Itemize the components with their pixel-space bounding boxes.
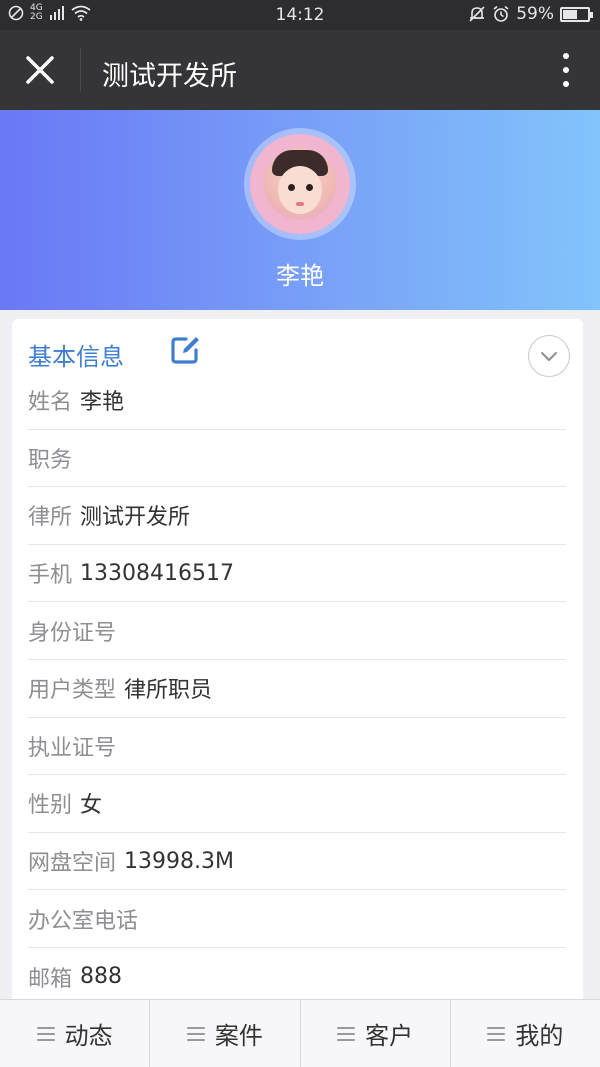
- profile-banner: 李艳: [0, 110, 600, 310]
- collapse-button[interactable]: [528, 335, 570, 377]
- nav-item-mine[interactable]: 我的: [451, 1000, 600, 1067]
- field-row-gender: 性别 女: [28, 775, 566, 833]
- field-value: 13308416517: [80, 560, 234, 586]
- edit-button[interactable]: [170, 335, 202, 365]
- field-row-id-number: 身份证号: [28, 602, 566, 660]
- profile-name: 李艳: [276, 262, 324, 290]
- field-row-email: 邮箱 888: [28, 948, 566, 1006]
- card-title: 基本信息: [28, 343, 124, 371]
- avatar: [250, 134, 350, 234]
- field-row-phone: 手机 13308416517: [28, 545, 566, 603]
- status-bar: 4G 2G 14:12 59%: [0, 0, 600, 30]
- field-label: 执业证号: [28, 735, 117, 761]
- menu-icon: [337, 1026, 356, 1041]
- field-label: 手机: [28, 563, 73, 589]
- page-title: 测试开发所: [102, 61, 237, 92]
- field-value: 律所职员: [124, 678, 213, 704]
- close-icon: [26, 56, 54, 84]
- menu-icon: [36, 1026, 55, 1041]
- field-row-position: 职务: [28, 430, 566, 488]
- alarm-icon: [493, 5, 509, 22]
- menu-icon: [487, 1026, 506, 1041]
- field-row-license-number: 执业证号: [28, 718, 566, 776]
- card-header: 基本信息: [28, 335, 570, 377]
- info-rows: 姓名 李艳 职务 律所 测试开发所 手机 13308416517 身份证号 用户…: [28, 372, 566, 1006]
- title-bar: 测试开发所: [0, 30, 600, 110]
- mute-icon: [469, 6, 485, 22]
- field-value: 李艳: [80, 390, 125, 416]
- field-label: 职务: [28, 447, 73, 473]
- nav-item-label: 客户: [365, 1022, 414, 1050]
- field-label: 邮箱: [28, 966, 73, 992]
- nav-item-label: 我的: [515, 1022, 564, 1050]
- field-row-storage: 网盘空间 13998.3M: [28, 833, 566, 891]
- menu-icon: [186, 1026, 205, 1041]
- field-label: 性别: [28, 793, 73, 819]
- nav-item-label: 动态: [64, 1022, 113, 1050]
- edit-icon: [171, 337, 199, 364]
- nav-item-clients[interactable]: 客户: [301, 1000, 451, 1067]
- field-label: 姓名: [28, 390, 73, 416]
- close-button[interactable]: [20, 50, 60, 90]
- battery-percent: 59%: [516, 4, 554, 24]
- battery-icon: [560, 6, 593, 22]
- nav-item-feed[interactable]: 动态: [0, 1000, 151, 1067]
- field-row-office-phone: 办公室电话: [28, 890, 566, 948]
- field-label: 身份证号: [28, 620, 117, 646]
- field-value: 13998.3M: [124, 848, 234, 874]
- battery-fill: [563, 9, 578, 19]
- field-value: 女: [80, 793, 103, 819]
- field-label: 用户类型: [28, 678, 117, 704]
- more-button[interactable]: [558, 50, 574, 90]
- field-label: 网盘空间: [28, 851, 117, 877]
- bottom-nav: 动态 案件 客户 我的: [0, 999, 600, 1067]
- status-right: 59%: [468, 4, 593, 24]
- nav-item-cases[interactable]: 案件: [150, 1000, 301, 1067]
- chevron-down-icon: [541, 352, 557, 361]
- field-value: 测试开发所: [80, 505, 191, 531]
- nav-item-label: 案件: [214, 1022, 263, 1050]
- title-divider: [80, 48, 81, 92]
- field-label: 办公室电话: [28, 908, 139, 934]
- basic-info-card: 基本信息 姓名 李艳 职务 律所 测试开发所 手机 13308416517 身份…: [12, 319, 583, 1019]
- field-label: 律所: [28, 505, 73, 531]
- field-value: 888: [80, 964, 123, 990]
- field-row-firm: 律所 测试开发所: [28, 487, 566, 545]
- field-row-user-type: 用户类型 律所职员: [28, 660, 566, 718]
- field-row-name: 姓名 李艳: [28, 372, 566, 430]
- avatar-ring[interactable]: [244, 128, 356, 240]
- more-vertical-icon: [563, 53, 569, 87]
